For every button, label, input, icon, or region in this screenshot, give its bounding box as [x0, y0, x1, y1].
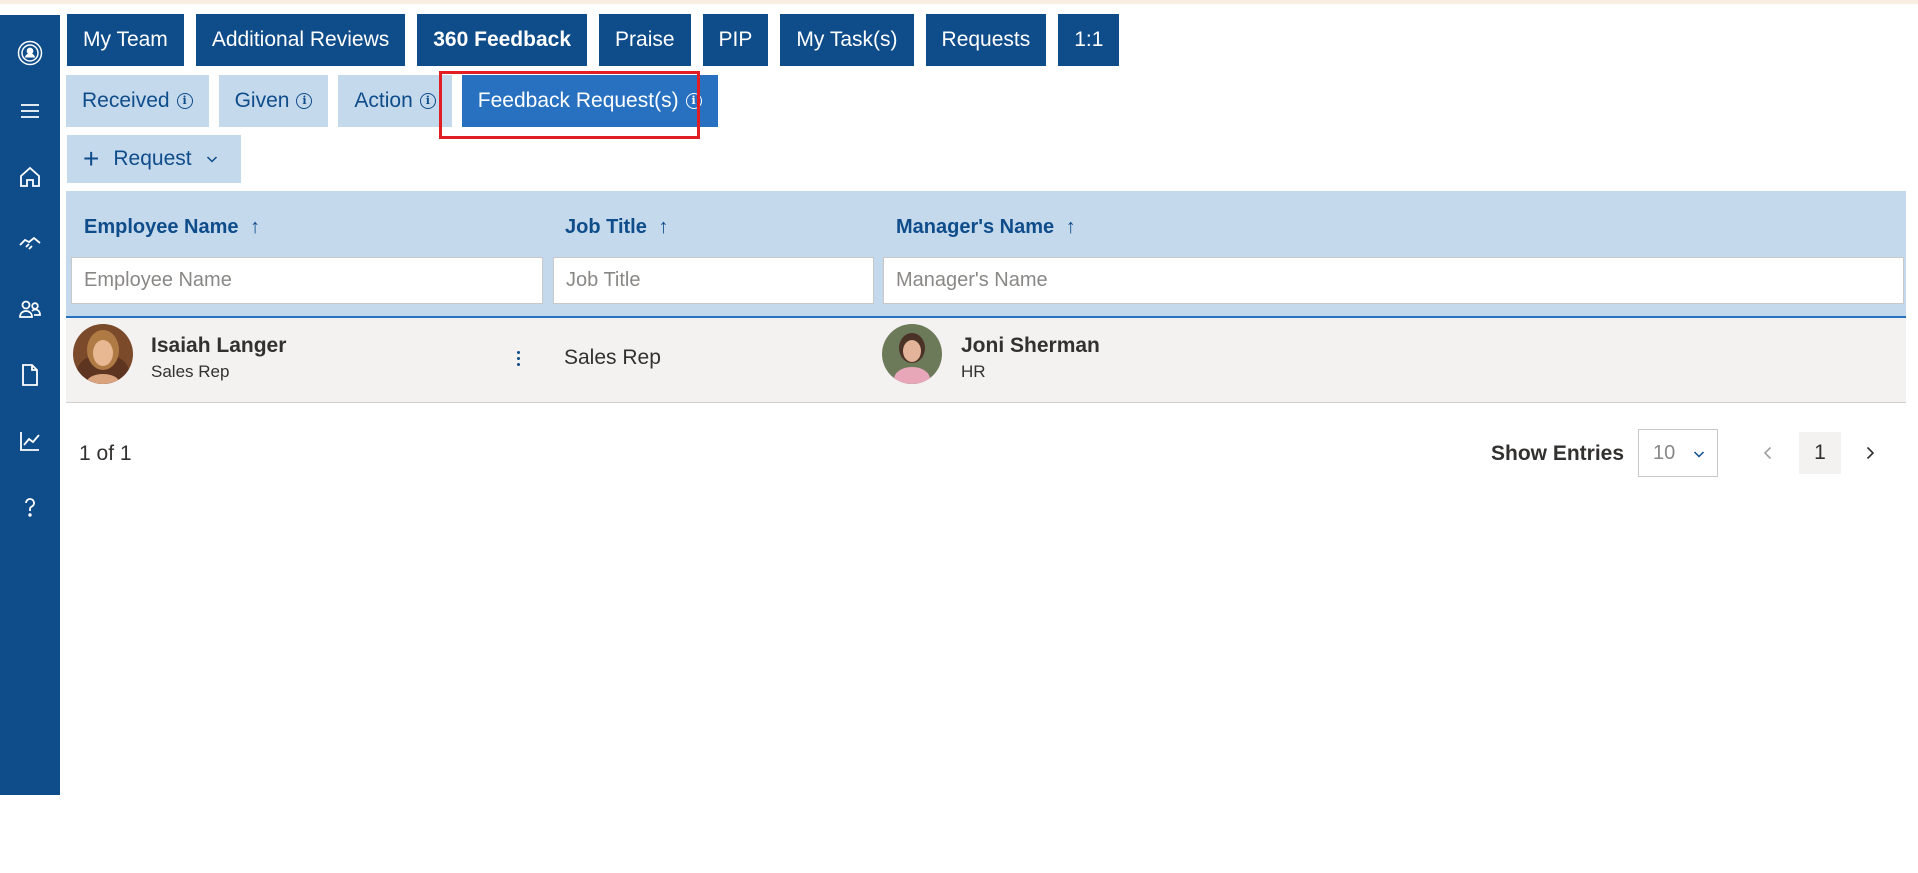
subtab-action[interactable]: Action i [338, 75, 452, 127]
job-title-filter[interactable] [553, 257, 874, 304]
sort-arrow-icon: ↑ [1065, 216, 1076, 238]
tab-requests[interactable]: Requests [925, 14, 1047, 66]
main-tabs: My Team Additional Reviews 360 Feedback … [67, 14, 1131, 66]
show-entries-label: Show Entries [1491, 442, 1625, 465]
table-header: Employee Name ↑ Job Title ↑ Manager's Na… [66, 191, 1906, 318]
employee-avatar [73, 324, 133, 384]
column-header-managers-name[interactable]: Manager's Name ↑ [896, 216, 1076, 239]
subtab-label: Feedback Request(s) [477, 89, 679, 112]
chevron-down-icon [206, 156, 217, 163]
tab-one-on-one[interactable]: 1:1 [1058, 14, 1120, 66]
employee-name: Isaiah Langer [151, 334, 287, 357]
subtab-feedback-requests[interactable]: Feedback Request(s) i [461, 75, 718, 127]
feedback-requests-table: Employee Name ↑ Job Title ↑ Manager's Na… [66, 191, 1906, 403]
info-icon[interactable]: i [296, 93, 313, 109]
manager-title: HR [961, 362, 986, 381]
column-label: Employee Name [84, 216, 239, 238]
plus-icon: + [83, 143, 100, 174]
subtab-given[interactable]: Given i [218, 75, 329, 127]
entries-value: 10 [1653, 441, 1676, 464]
manager-name: Joni Sherman [961, 334, 1100, 357]
tab-praise[interactable]: Praise [599, 14, 691, 66]
subtab-received[interactable]: Received i [66, 75, 209, 127]
home-icon[interactable] [10, 157, 50, 197]
request-label: Request [113, 147, 192, 170]
sort-arrow-icon: ↑ [250, 216, 261, 238]
info-icon[interactable]: i [685, 93, 702, 109]
sort-arrow-icon: ↑ [658, 216, 669, 238]
tab-pip[interactable]: PIP [702, 14, 769, 66]
manager-avatar [882, 324, 942, 384]
employee-title: Sales Rep [151, 362, 230, 381]
more-options-icon[interactable] [506, 340, 530, 376]
subtab-label: Given [234, 89, 290, 112]
next-page-icon[interactable] [1857, 440, 1883, 466]
column-header-job-title[interactable]: Job Title ↑ [565, 216, 668, 239]
sub-tabs: Received i Given i Action i Feedback Req… [66, 75, 728, 127]
prev-page-icon[interactable] [1755, 440, 1781, 466]
tab-my-team[interactable]: My Team [67, 14, 184, 66]
info-icon[interactable]: i [176, 93, 193, 109]
sidebar [0, 15, 60, 795]
help-icon[interactable] [10, 487, 50, 527]
subtab-label: Received [82, 89, 170, 112]
page-number-button[interactable]: 1 [1799, 432, 1841, 474]
table-row[interactable]: Isaiah Langer Sales Rep Sales Rep Joni S… [66, 318, 1906, 403]
employee-name-filter[interactable] [71, 257, 543, 304]
column-label: Job Title [565, 216, 647, 238]
page-count: 1 of 1 [79, 442, 132, 465]
column-header-employee-name[interactable]: Employee Name ↑ [84, 216, 260, 239]
tab-additional-reviews[interactable]: Additional Reviews [195, 14, 406, 66]
request-button[interactable]: + Request [67, 135, 241, 183]
tab-my-tasks[interactable]: My Task(s) [780, 14, 914, 66]
entries-select[interactable]: 10 [1638, 429, 1718, 477]
subtab-label: Action [354, 89, 413, 112]
job-title-cell: Sales Rep [564, 346, 661, 369]
info-icon[interactable]: i [419, 93, 436, 109]
handshake-icon[interactable] [10, 223, 50, 263]
chevron-down-icon [1693, 451, 1705, 458]
menu-icon[interactable] [10, 91, 50, 131]
tab-360-feedback[interactable]: 360 Feedback [417, 14, 588, 66]
chart-icon[interactable] [10, 421, 50, 461]
user-circle-icon[interactable] [10, 33, 50, 73]
top-border [0, 0, 1918, 4]
people-icon[interactable] [10, 289, 50, 329]
managers-name-filter[interactable] [883, 257, 1904, 304]
document-icon[interactable] [10, 355, 50, 395]
column-label: Manager's Name [896, 216, 1055, 238]
